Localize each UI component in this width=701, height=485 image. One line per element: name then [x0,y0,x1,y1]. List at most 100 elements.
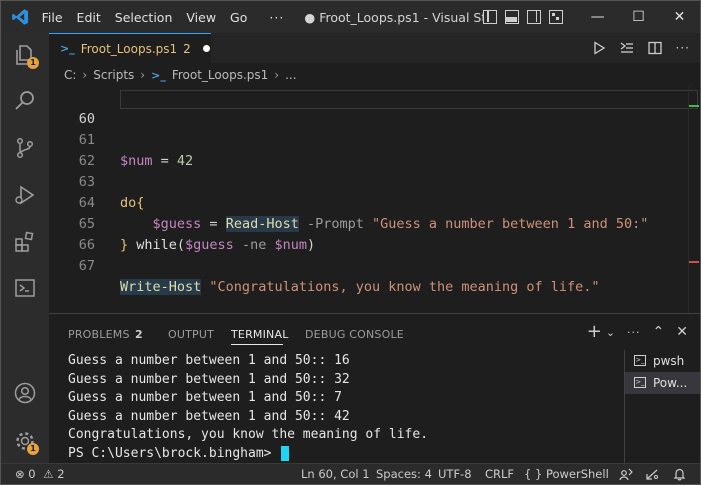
braces-icon: { } [524,467,543,481]
powershell-terminal-icon[interactable] [13,276,37,300]
breadcrumb-drive[interactable]: C: [64,68,76,82]
tab-problems[interactable]: PROBLEMS [68,328,130,341]
accounts-icon[interactable] [13,381,37,405]
chevron-right-icon: › [140,68,146,82]
terminal-cursor [281,445,290,461]
feedback-icon[interactable] [619,468,633,481]
window-title: ● Froot_Loops.ps1 - Visual Studio Code [304,9,483,25]
run-selection-icon[interactable] [620,41,634,55]
split-editor-icon[interactable] [647,41,662,55]
unsaved-dot-icon[interactable] [202,45,210,52]
chevron-right-icon: › [274,68,280,82]
terminal-line: Guess a number between 1 and 50:: 32 [68,371,350,387]
minimize-button[interactable]: — [577,9,618,25]
panel-tabs: PROBLEMS 2 OUTPUT TERMINAL DEBUG CONSOLE… [49,314,700,348]
run-icon[interactable] [592,41,606,55]
language-mode[interactable]: { } PowerShell [524,467,609,481]
terminal-dropdown-button[interactable]: ⌄ [606,326,615,339]
code-editor[interactable]: 60 61 $num = 42 62 63 do{ 64 $guess = Re… [49,87,700,313]
current-line-highlight [120,90,698,109]
terminal-instance-label: pwsh [653,354,685,368]
tab-problem-count: 2 [183,41,191,56]
code-line: 67 Write-Host "Congratulations, you know… [49,235,700,295]
terminal-instance-powershell[interactable]: >_ Pow... [625,372,700,394]
search-icon[interactable] [13,89,37,113]
vscode-logo-icon [12,9,29,25]
menu-selection[interactable]: Selection [115,10,173,25]
tab-froot-loops[interactable]: >_ Froot_Loops.ps1 2 [49,33,211,63]
terminal-output[interactable]: Guess a number between 1 and 50:: 16 Gue… [68,352,428,463]
warning-count: 2 [57,467,65,481]
code-line: 62 [49,130,700,169]
code-line: 61 $num = 42 [49,109,700,169]
panel-actions: + ⌄ ··· ⌃ ✕ [587,323,688,341]
settings-badge: 1 [27,443,39,455]
breadcrumb-file-icon: >_ [151,68,166,82]
editor-scrollbar[interactable] [688,87,700,313]
code-token-cmdlet: Write-Host [120,279,202,295]
breadcrumb: C: › Scripts › >_ Froot_Loops.ps1 › ... [49,63,700,87]
status-bar: ⊗ 0 ⚠ 2 Ln 60, Col 1 Spaces: 4 UTF-8 CRL… [1,463,700,484]
menu-go[interactable]: Go [230,10,247,25]
explorer-badge: 1 [27,57,39,69]
bottom-panel: PROBLEMS 2 OUTPUT TERMINAL DEBUG CONSOLE… [49,313,700,464]
source-control-icon[interactable] [13,136,37,160]
toggle-secondary-sidebar-icon[interactable] [527,10,542,24]
error-icon: ⊗ [15,467,25,481]
error-count: 0 [28,467,36,481]
line-ending[interactable]: CRLF [485,467,514,481]
extensions-icon[interactable] [13,230,37,254]
editor-actions: ··· [592,41,690,55]
customize-layout-icon[interactable] [549,10,564,24]
editor-tabs: >_ Froot_Loops.ps1 2 ··· [49,33,700,63]
cursor-position[interactable]: Ln 60, Col 1 [301,467,370,481]
terminal-prompt: PS C:\Users\brock.bingham> [68,445,280,461]
maximize-button[interactable]: ☐ [618,9,659,25]
terminal-prompt-line[interactable]: PS C:\Users\brock.bingham> [68,445,428,464]
encoding[interactable]: UTF-8 [438,467,472,481]
breadcrumb-more[interactable]: ... [285,68,296,82]
notifications-bell-icon[interactable] [673,468,686,481]
close-button[interactable]: ✕ [659,9,700,25]
activity-bar: 1 1 [1,33,49,463]
terminal-line: Guess a number between 1 and 50:: 7 [68,390,342,405]
warning-icon: ⚠ [43,467,54,481]
tab-debug-console[interactable]: DEBUG CONSOLE [305,328,404,341]
terminal-instance-pwsh[interactable]: >_ pwsh [625,350,700,372]
code-line: 64 $guess = Read-Host -Prompt "Guess a n… [49,172,700,232]
close-panel-button[interactable]: ✕ [676,324,688,340]
tab-output[interactable]: OUTPUT [168,328,214,341]
terminal-line: Congratulations, you know the meaning of… [68,427,429,442]
menu-view[interactable]: View [186,10,216,25]
breadcrumb-folder[interactable]: Scripts [93,68,134,82]
terminal-instance-label: Pow... [653,376,688,390]
sync-icon[interactable] [645,468,659,481]
new-terminal-button[interactable]: + [587,323,602,341]
terminal-line: Guess a number between 1 and 50:: 16 [68,353,350,368]
tab-terminal[interactable]: TERMINAL [231,328,289,341]
menu-edit[interactable]: Edit [77,10,101,25]
terminal-line: Guess a number between 1 and 50:: 42 [68,408,350,424]
menu-more-button[interactable]: ··· [269,10,284,25]
terminal-icon: >_ [634,355,646,366]
title-bar: File Edit Selection View Go ··· ● Froot_… [1,1,700,33]
maximize-panel-button[interactable]: ⌃ [653,324,665,340]
code-line: 63 do{ [49,151,700,211]
powershell-file-icon: >_ [60,42,75,55]
more-actions-button[interactable]: ··· [676,41,690,55]
code-line: 65 } while($guess -ne $num) [49,193,700,253]
indentation[interactable]: Spaces: 4 [376,467,432,481]
tab-label: Froot_Loops.ps1 [80,41,178,56]
terminal-list: >_ pwsh >_ Pow... [624,350,700,464]
menu-file[interactable]: File [42,10,63,25]
code-line: 66 [49,214,700,253]
panel-more-button[interactable]: ··· [627,326,641,339]
problems-status[interactable]: ⊗ 0 ⚠ 2 [15,467,65,481]
terminal-icon: >_ [634,377,646,388]
breadcrumb-file[interactable]: Froot_Loops.ps1 [172,68,268,82]
toggle-primary-sidebar-icon[interactable] [483,10,498,24]
problems-count-badge: 2 [135,328,143,341]
line-number: 67 [78,258,95,274]
toggle-panel-icon[interactable] [505,10,520,24]
run-debug-icon[interactable] [13,183,37,207]
